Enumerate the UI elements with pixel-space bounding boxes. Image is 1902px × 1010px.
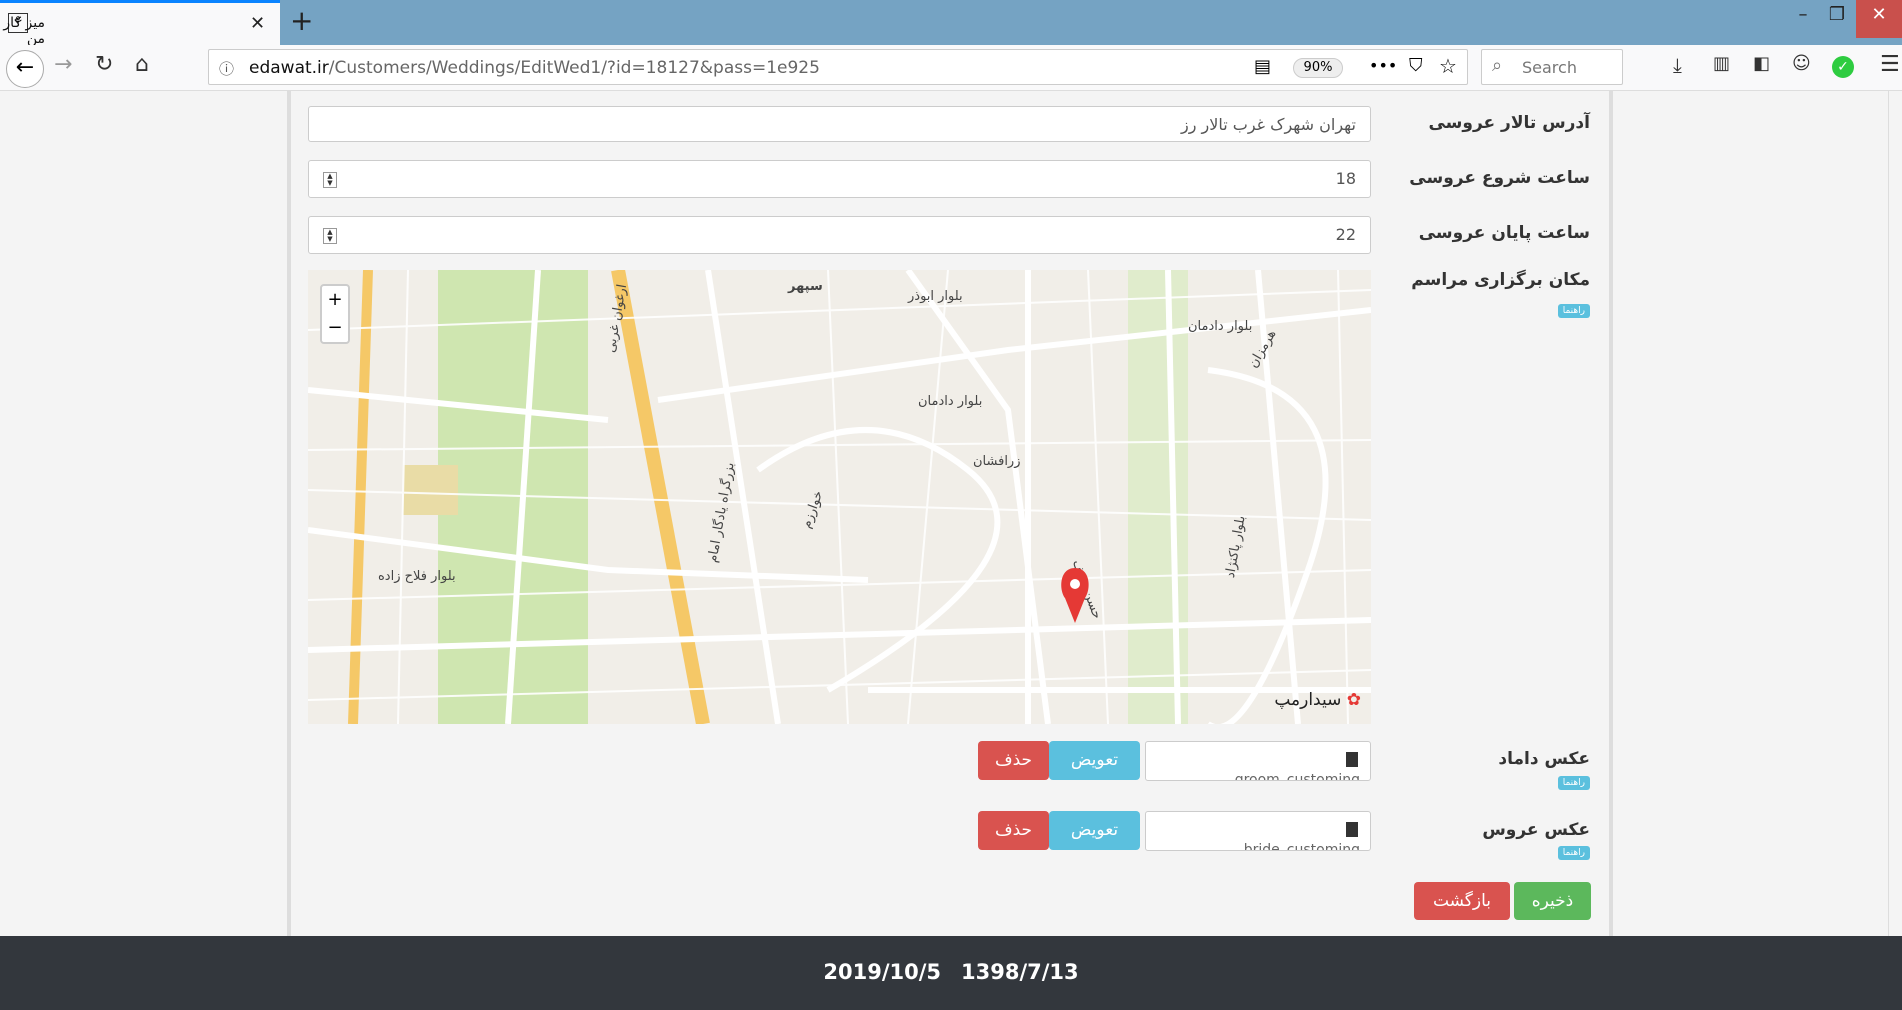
account-icon[interactable]: ☺ <box>1792 53 1811 74</box>
bride-replace-button[interactable]: تعویض <box>1049 811 1140 850</box>
url-domain: edawat.ir <box>249 58 329 78</box>
map-marker-icon <box>1061 568 1089 623</box>
map-label: بزرگراه یادگار امام <box>704 461 737 564</box>
back-button-form[interactable]: بازگشت <box>1414 882 1510 920</box>
save-button[interactable]: ذخیره <box>1514 882 1591 920</box>
location-label: مکان برگزاری مراسم <box>1411 270 1590 290</box>
start-time-input[interactable]: 18 ▲ ▼ <box>308 160 1371 198</box>
sports-area <box>403 465 458 515</box>
end-time-value: 22 <box>1335 225 1356 244</box>
more-icon[interactable]: ••• <box>1369 56 1397 75</box>
file-icon <box>1346 822 1358 837</box>
highway <box>348 270 373 724</box>
bride-help-badge[interactable]: راهنما <box>1557 846 1590 860</box>
map-canvas[interactable]: سپهر بلوار ابوذر بلوار دادمان زرافشان بز… <box>308 270 1371 724</box>
map-label: بلوار پاکنژاد <box>1223 514 1249 579</box>
reload-button[interactable]: ↻ <box>95 52 113 77</box>
highway-yadegar-emam <box>611 270 710 724</box>
start-time-value: 18 <box>1335 169 1356 188</box>
spinner-icon[interactable]: ▲ ▼ <box>323 228 337 244</box>
map-label: بلوار دادمان <box>918 394 982 409</box>
forward-button[interactable]: → <box>54 52 72 77</box>
tab-bar <box>0 0 1902 45</box>
zoom-in-button[interactable]: + <box>322 286 348 314</box>
groom-filename: groom_customing <box>1234 772 1360 781</box>
pocket-icon[interactable]: ⛉ <box>1409 55 1423 76</box>
close-tab-icon[interactable]: ✕ <box>250 13 265 34</box>
download-icon[interactable]: ⤓ <box>1673 53 1682 77</box>
footer: 2019/10/5 1398/7/13 <box>0 936 1902 1010</box>
check-extension-icon[interactable]: ✓ <box>1832 56 1854 78</box>
groom-photo-label: عکس داماد <box>1498 749 1590 769</box>
spinner-icon[interactable]: ▲ ▼ <box>323 172 337 188</box>
bride-file-preview[interactable]: bride_customing <box>1145 811 1371 851</box>
groom-help-badge[interactable]: راهنما <box>1557 776 1590 790</box>
bride-photo-label: عکس عروس <box>1482 820 1590 840</box>
end-time-label: ساعت پایان عروسی <box>1418 223 1590 243</box>
library-icon[interactable]: ▥ <box>1713 53 1730 74</box>
bride-filename: bride_customing <box>1243 842 1360 851</box>
map-label: سپهر <box>787 279 823 294</box>
search-icon: ⌕ <box>1492 55 1503 76</box>
groom-file-preview[interactable]: groom_customing <box>1145 741 1371 781</box>
url-bar[interactable]: ⓘ edawat.ir/Customers/Weddings/EditWed1/… <box>208 49 1468 85</box>
home-button[interactable]: ⌂ <box>135 52 149 77</box>
maximize-button[interactable]: ❐ <box>1814 0 1860 38</box>
provider-name: سیدارمپ <box>1274 690 1342 710</box>
map-provider-logo: سیدارمپ ✿ <box>1274 690 1361 710</box>
start-time-label: ساعت شروع عروسی <box>1409 168 1590 188</box>
zoom-level[interactable]: 90% <box>1293 58 1343 78</box>
groom-delete-button[interactable]: حذف <box>978 741 1049 780</box>
footer-gregorian-date: 2019/10/5 <box>823 960 941 984</box>
zoom-out-button[interactable]: − <box>322 314 348 342</box>
browser-tab[interactable]: ⚘ میز کار من ✕ <box>0 0 280 47</box>
map-zoom-control: + − <box>320 284 350 344</box>
tab-title: میز کار من <box>3 15 45 47</box>
map[interactable]: سپهر بلوار ابوذر بلوار دادمان زرافشان بز… <box>308 270 1371 724</box>
bookmark-star-icon[interactable]: ☆ <box>1439 54 1457 78</box>
scrollbar[interactable] <box>1888 91 1902 936</box>
hall-address-label: آدرس تالار عروسی <box>1428 113 1590 133</box>
file-icon <box>1346 752 1358 767</box>
info-icon[interactable]: ⓘ <box>219 58 234 79</box>
groom-replace-button[interactable]: تعویض <box>1049 741 1140 780</box>
search-placeholder: Search <box>1522 58 1577 77</box>
map-label: زرافشان <box>973 454 1021 469</box>
map-label: بلوار فلاح زاده <box>378 569 456 584</box>
map-label: خوارزم <box>799 489 826 531</box>
new-tab-button[interactable]: + <box>290 4 313 37</box>
map-label: بلوار دادمان <box>1188 319 1252 334</box>
sidebar-icon[interactable]: ◧ <box>1753 53 1770 74</box>
bride-delete-button[interactable]: حذف <box>978 811 1049 850</box>
end-time-input[interactable]: 22 ▲ ▼ <box>308 216 1371 254</box>
location-help-badge[interactable]: راهنما <box>1557 304 1590 318</box>
reader-view-icon[interactable]: ▤ <box>1254 56 1271 77</box>
menu-icon[interactable]: ☰ <box>1880 52 1900 77</box>
back-button[interactable]: ← <box>6 50 44 88</box>
url-path: /Customers/Weddings/EditWed1/?id=18127&p… <box>328 58 820 78</box>
search-input[interactable]: ⌕ Search <box>1481 49 1623 85</box>
map-label: بلوار ابوذر <box>907 289 963 304</box>
close-window-button[interactable]: ✕ <box>1856 0 1902 38</box>
footer-persian-date: 1398/7/13 <box>961 960 1079 984</box>
hall-address-input[interactable]: تهران شهرک غرب تالار رز <box>308 106 1371 142</box>
